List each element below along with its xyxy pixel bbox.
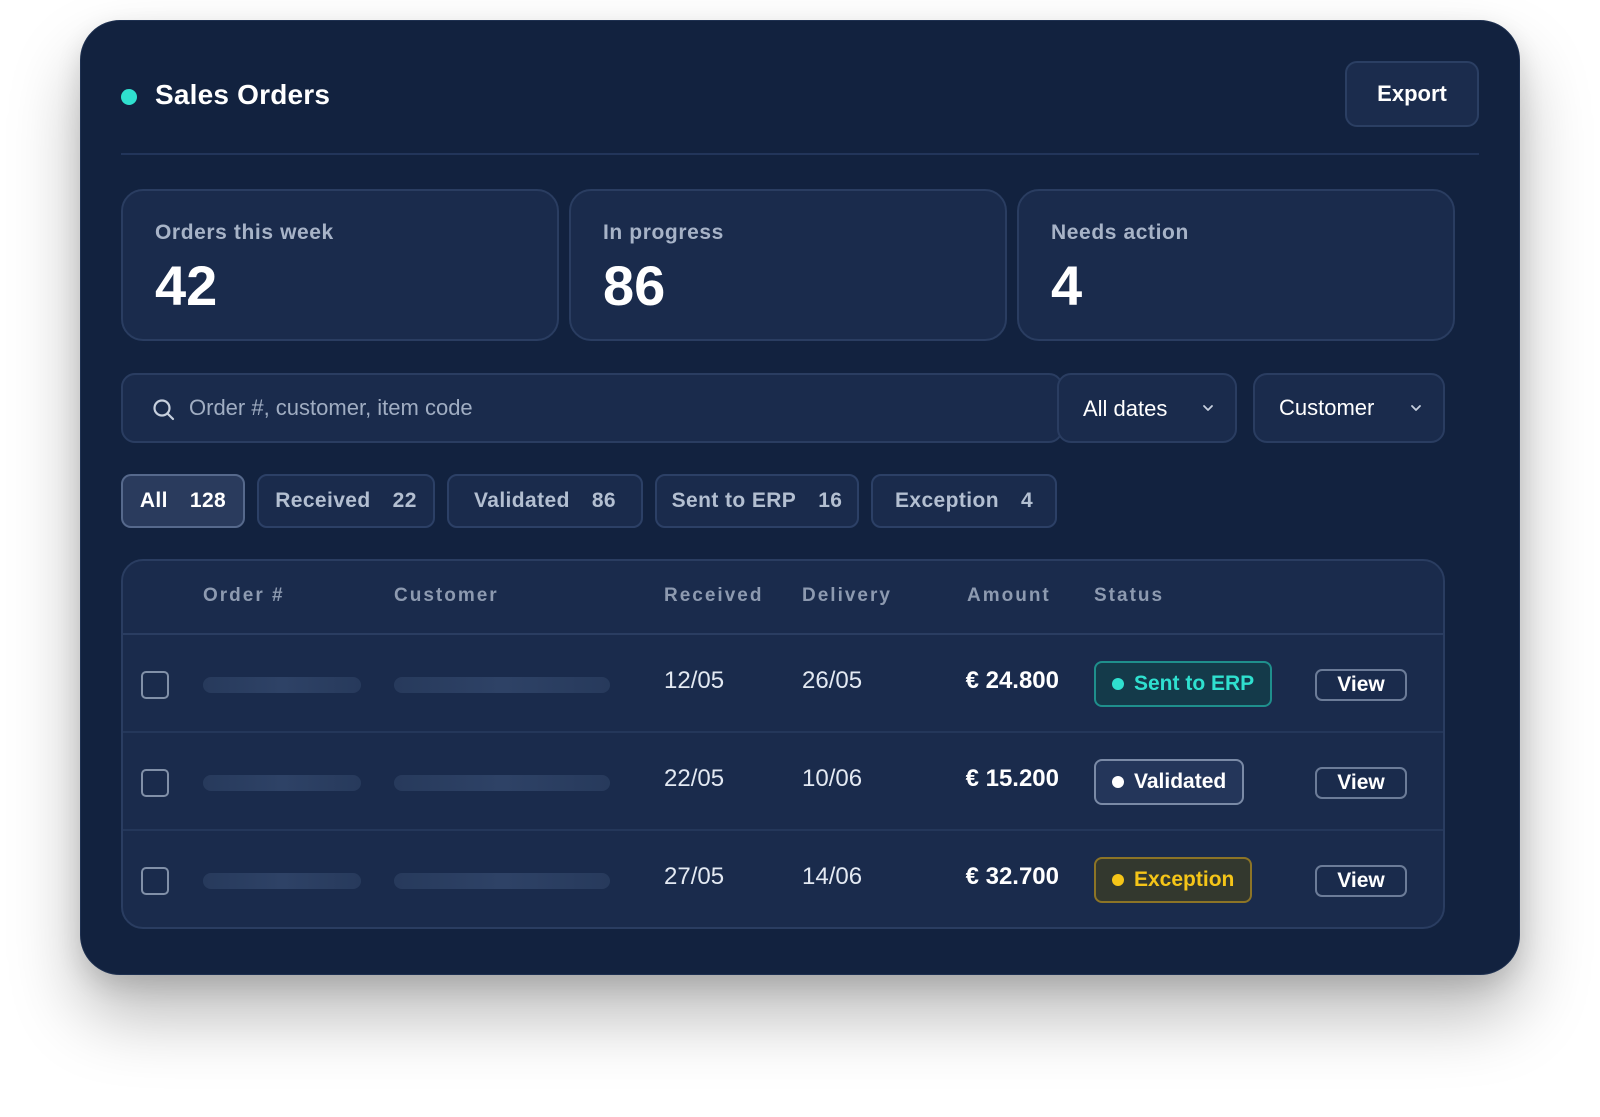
stat-card-in-progress: In progress 86 [569, 189, 1007, 341]
status-label: Exception [1134, 868, 1235, 891]
customer-placeholder [394, 775, 610, 791]
stat-card-needs-action: Needs action 4 [1017, 189, 1455, 341]
amount: € 32.700 [965, 863, 1059, 890]
chip-count: 4 [1020, 489, 1034, 512]
customer-dropdown-label: Customer [1279, 395, 1375, 420]
customer-dropdown[interactable]: Customer [1253, 373, 1445, 443]
status-label: Sent to ERP [1134, 672, 1255, 695]
status-badge: Sent to ERP [1094, 661, 1273, 707]
stat-value: 86 [603, 254, 666, 317]
stat-value: 42 [155, 254, 218, 317]
page-title: Sales Orders [155, 79, 331, 110]
status-dot-icon [1112, 874, 1124, 886]
table-row[interactable]: 27/05 14/06 € 32.700 Exception View [123, 831, 1443, 927]
chip-all[interactable]: All 128 [121, 474, 245, 528]
delivery-date: 26/05 [802, 667, 863, 694]
chip-validated[interactable]: Validated 86 [447, 474, 643, 528]
status-badge: Validated [1094, 759, 1245, 805]
delivery-date: 14/06 [802, 863, 863, 890]
column-header-amount[interactable]: Amount [967, 585, 1051, 607]
status-dot-icon [121, 89, 137, 105]
view-button[interactable]: View [1315, 669, 1407, 701]
status-badge: Exception [1094, 857, 1253, 903]
dates-dropdown[interactable]: All dates [1057, 373, 1237, 443]
view-button[interactable]: View [1315, 865, 1407, 897]
received-date: 12/05 [664, 667, 725, 694]
column-header-delivery[interactable]: Delivery [802, 585, 892, 607]
table-header: Order # Customer Received Delivery Amoun… [123, 561, 1443, 635]
chip-label: Sent to ERP [671, 489, 797, 512]
amount: € 24.800 [965, 667, 1059, 694]
header: Sales Orders Export [121, 61, 1479, 155]
row-checkbox[interactable] [141, 671, 169, 699]
stat-label: Orders this week [155, 221, 334, 244]
view-button[interactable]: View [1315, 767, 1407, 799]
customer-placeholder [394, 677, 610, 693]
order-number-placeholder [203, 775, 361, 791]
table-row[interactable]: 22/05 10/06 € 15.200 Validated View [123, 733, 1443, 831]
received-date: 22/05 [664, 765, 725, 792]
stat-value: 4 [1051, 254, 1083, 317]
chevron-down-icon [1411, 405, 1421, 411]
status-label: Validated [1134, 770, 1227, 793]
chip-count: 22 [392, 489, 417, 512]
orders-table: Order # Customer Received Delivery Amoun… [121, 559, 1445, 929]
stat-label: In progress [603, 221, 724, 244]
status-dot-icon [1112, 776, 1124, 788]
delivery-date: 10/06 [802, 765, 863, 792]
sales-orders-card: Sales Orders Export Orders this week 42 … [80, 20, 1520, 975]
chip-received[interactable]: Received 22 [257, 474, 435, 528]
dates-dropdown-label: All dates [1083, 396, 1168, 421]
search-input[interactable] [189, 377, 1051, 439]
column-header-received[interactable]: Received [664, 585, 763, 607]
chip-exception[interactable]: Exception 4 [871, 474, 1057, 528]
status-dot-icon [1112, 678, 1124, 690]
search-icon [153, 399, 175, 421]
chip-label: Exception [894, 489, 999, 512]
received-date: 27/05 [664, 863, 725, 890]
chip-label: Received [275, 489, 371, 512]
customer-placeholder [394, 873, 610, 889]
order-number-placeholder [203, 677, 361, 693]
export-button[interactable]: Export [1345, 61, 1479, 127]
search-box [121, 373, 1063, 443]
chip-label: Validated [474, 489, 570, 512]
column-header-customer[interactable]: Customer [394, 585, 499, 607]
chip-count: 16 [818, 489, 843, 512]
chip-count: 128 [189, 489, 227, 512]
stat-label: Needs action [1051, 221, 1189, 244]
chevron-down-icon [1203, 405, 1213, 411]
table-row[interactable]: 12/05 26/05 € 24.800 Sent to ERP View [123, 635, 1443, 733]
amount: € 15.200 [965, 765, 1059, 792]
chip-count: 86 [591, 489, 616, 512]
stat-card-orders-this-week: Orders this week 42 [121, 189, 559, 341]
order-number-placeholder [203, 873, 361, 889]
column-header-status[interactable]: Status [1094, 585, 1164, 607]
column-header-order[interactable]: Order # [203, 585, 285, 607]
chip-sent-to-erp[interactable]: Sent to ERP 16 [655, 474, 859, 528]
chip-label: All [139, 489, 168, 512]
row-checkbox[interactable] [141, 867, 169, 895]
row-checkbox[interactable] [141, 769, 169, 797]
